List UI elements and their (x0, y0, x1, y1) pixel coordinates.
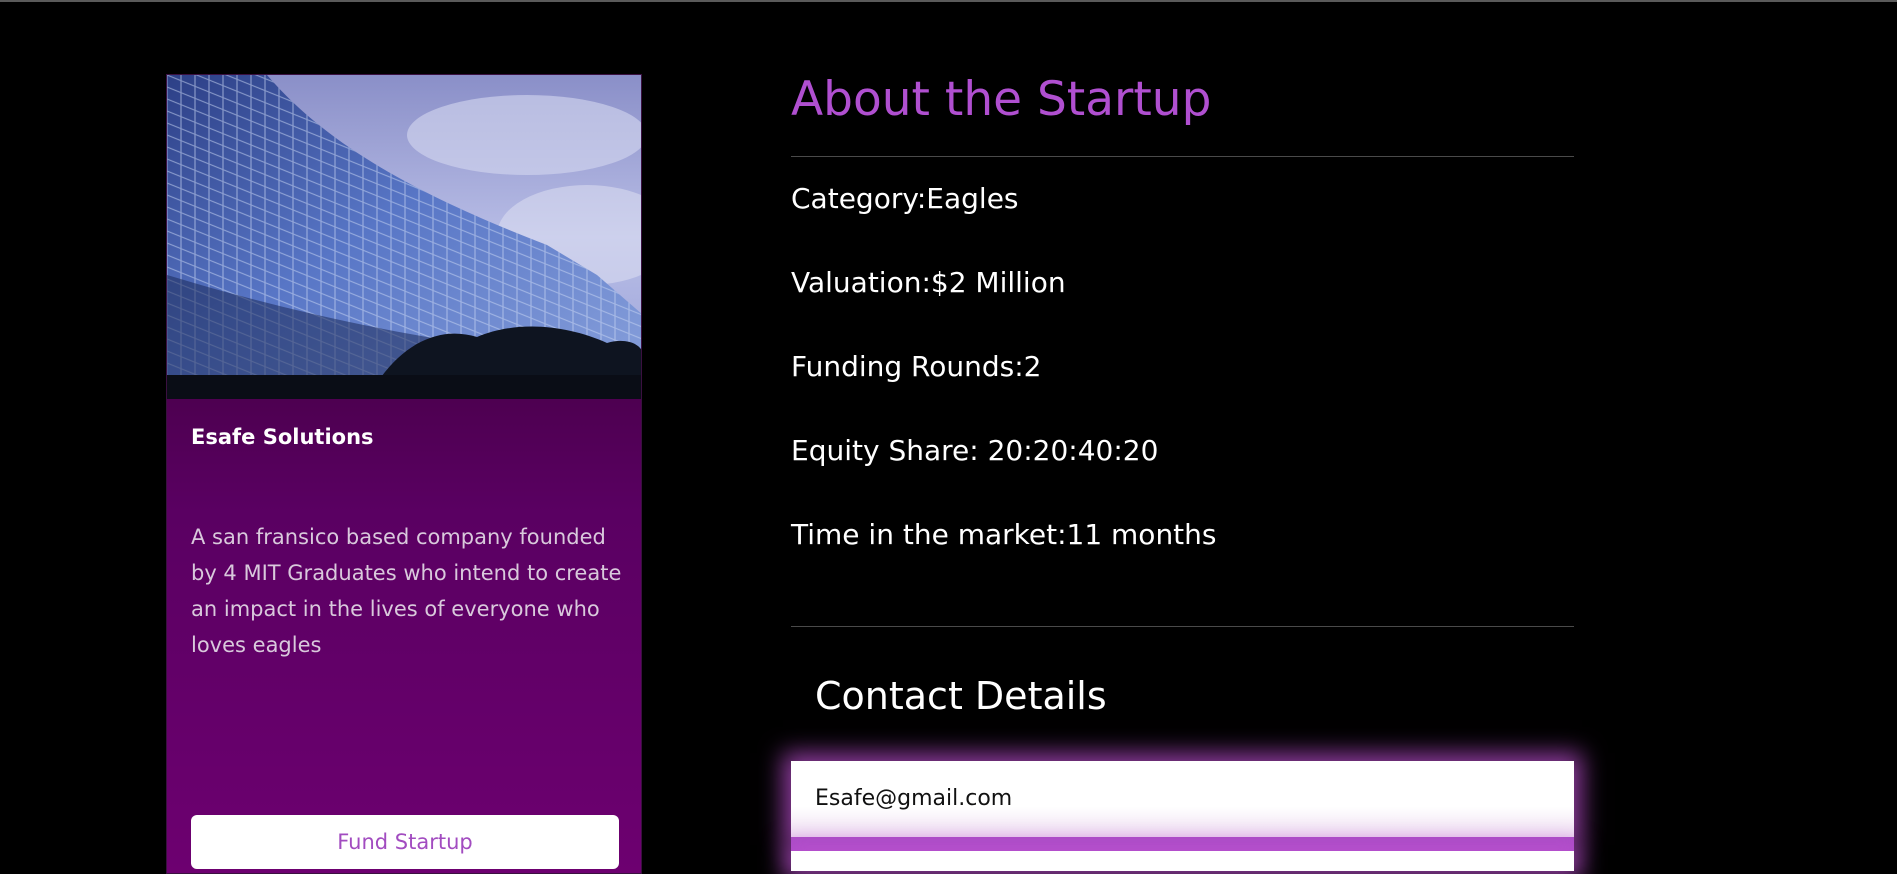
window-top-border (0, 0, 1897, 2)
time-in-market-text: Time in the market:11 months (791, 518, 1217, 551)
category-text: Category:Eagles (791, 182, 1019, 215)
about-section-title: About the Startup (791, 72, 1212, 127)
contact-separator (791, 837, 1574, 851)
startup-name: Esafe Solutions (191, 425, 374, 449)
contact-details-title: Contact Details (815, 674, 1107, 718)
about-divider (791, 156, 1574, 157)
equity-share-text: Equity Share: 20:20:40:20 (791, 434, 1159, 467)
valuation-text: Valuation:$2 Million (791, 266, 1066, 299)
startup-building-image (167, 75, 641, 399)
startup-description: A san fransico based company founded by … (191, 525, 622, 657)
funding-rounds-text: Funding Rounds:2 (791, 350, 1042, 383)
contact-next-box (791, 851, 1574, 871)
contact-email-box: Esafe@gmail.com (791, 761, 1574, 837)
startup-card: Esafe Solutions A san fransico based com… (166, 74, 642, 874)
contact-divider (791, 626, 1574, 627)
fund-startup-button[interactable]: Fund Startup (191, 815, 619, 869)
